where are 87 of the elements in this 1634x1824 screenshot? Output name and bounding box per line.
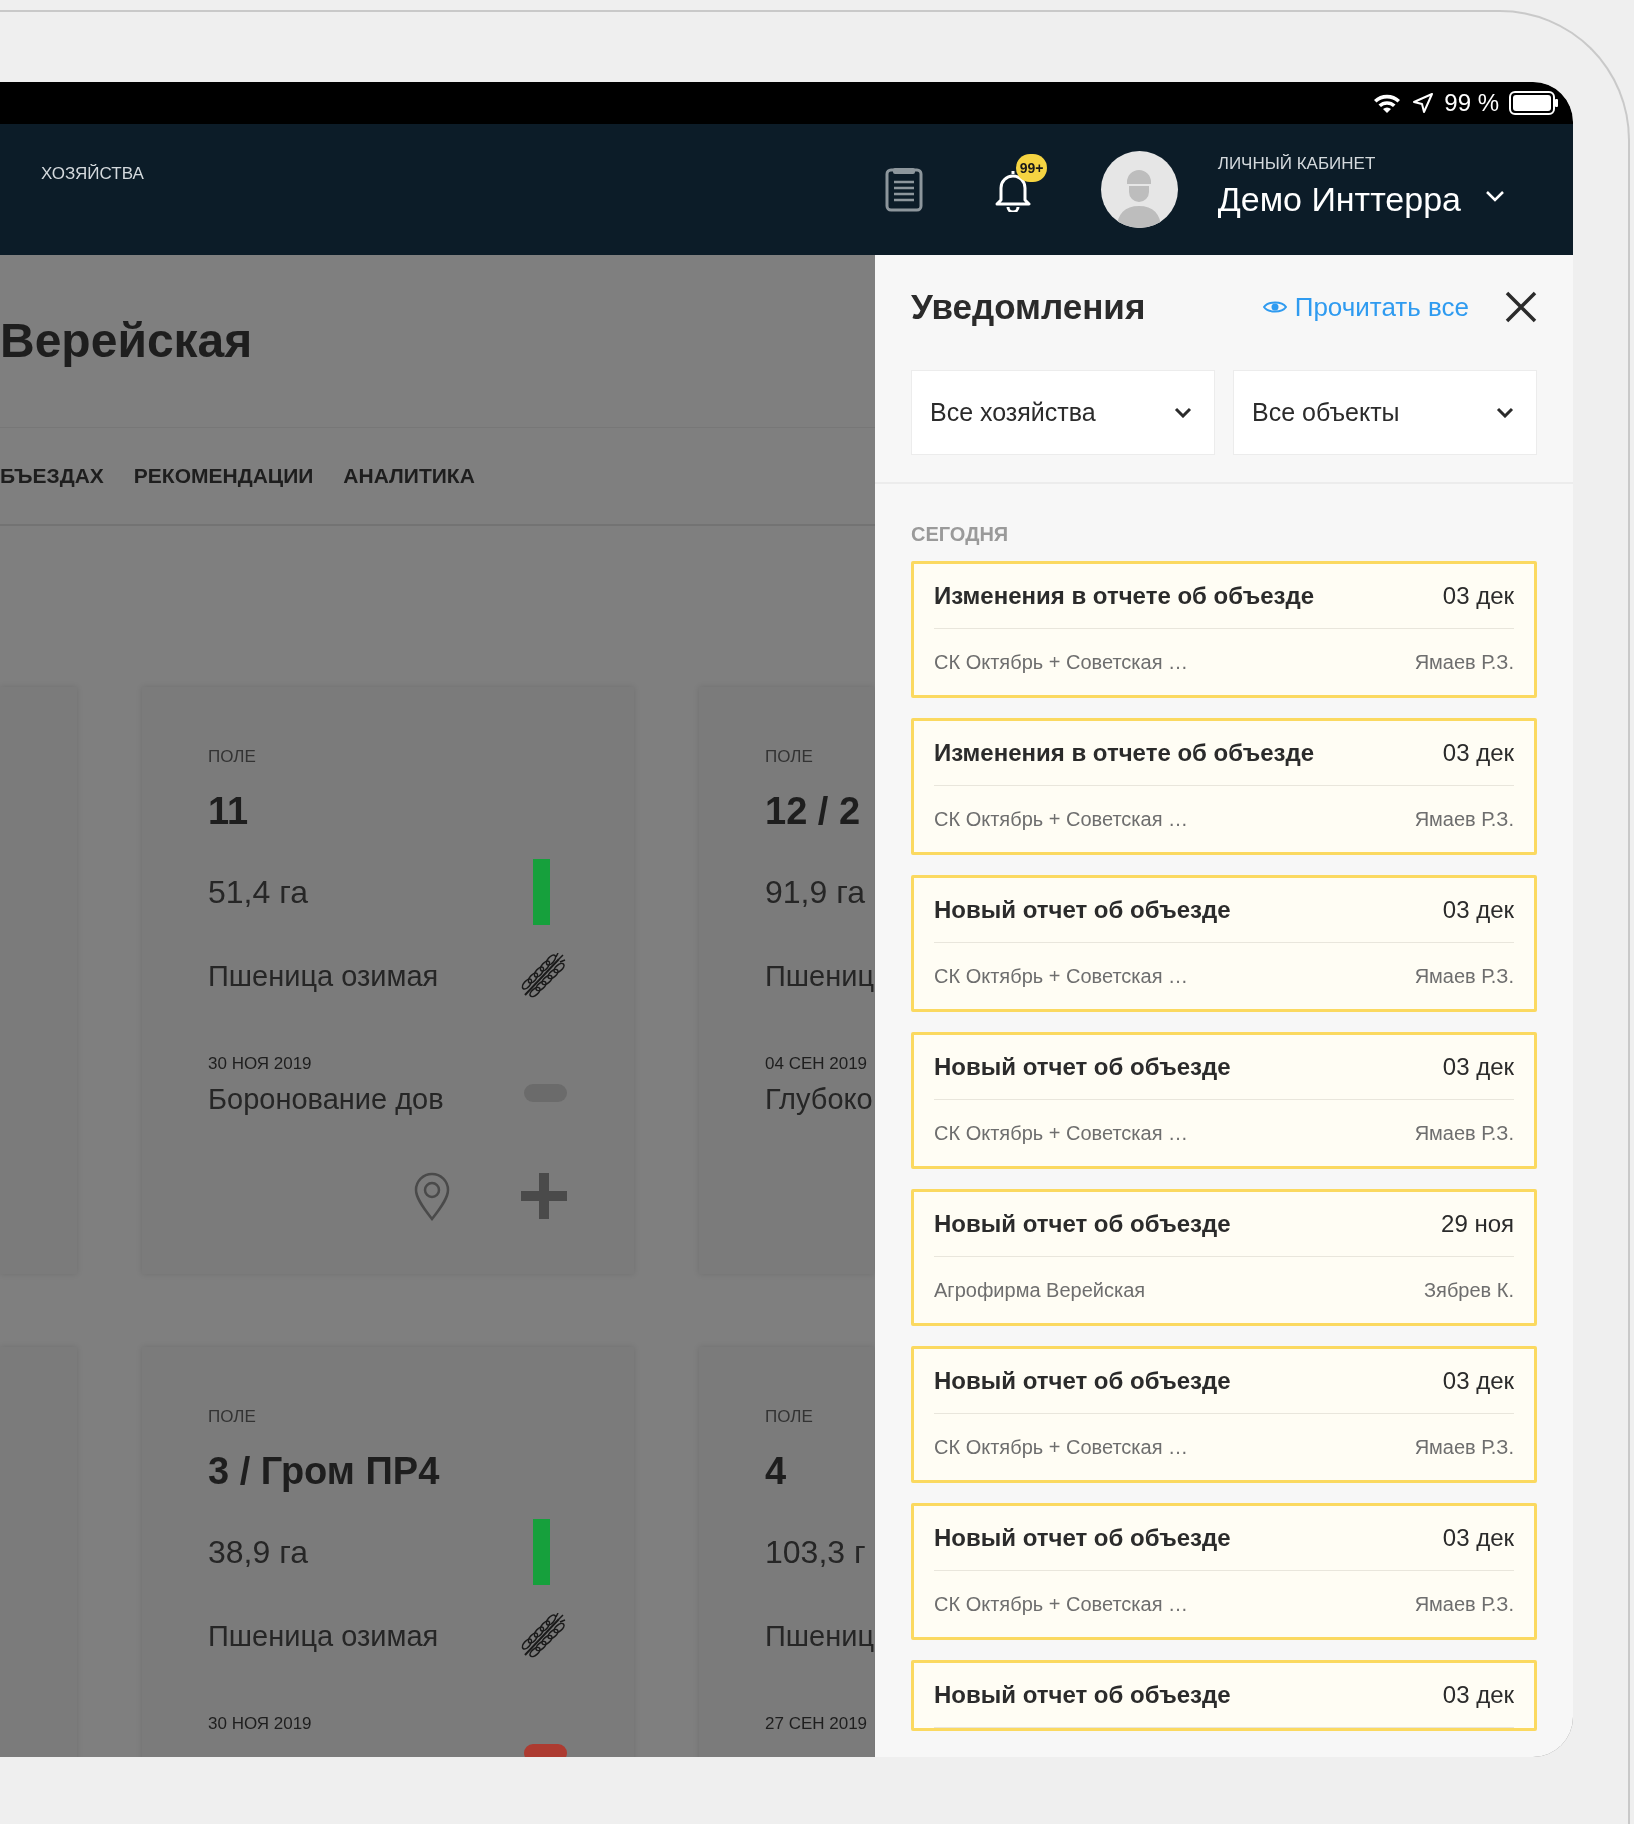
farm-name: СК Октябрь + Советская … — [934, 1592, 1189, 1616]
crop-name: Пшениц — [765, 1619, 874, 1653]
notification-title: Новый отчет об объезде — [934, 1367, 1231, 1395]
farm-name: СК Октябрь + Советская … — [934, 807, 1189, 831]
notification-card[interactable]: Изменения в отчете об объезде 03 дек СК Октябрь + Советская … Ямаев Р.З. — [911, 561, 1537, 698]
field-label: ПОЛЕ — [208, 747, 257, 767]
field-name: 3 / Гром ПР4 — [208, 1449, 441, 1493]
field-area: 103,3 г — [765, 1533, 866, 1571]
operation-date: 30 НОЯ 2019 — [208, 1714, 313, 1734]
location-arrow-icon — [1412, 92, 1435, 114]
notification-title: Новый отчет об объезде — [934, 1053, 1231, 1081]
notification-card[interactable]: Новый отчет об объезде 03 дек — [911, 1660, 1537, 1731]
author-name: Ямаев Р.З. — [1414, 807, 1514, 831]
field-area: 51,4 га — [208, 873, 308, 911]
notification-card[interactable]: Изменения в отчете об объезде 03 дек СК Октябрь + Советская … Ямаев Р.З. — [911, 718, 1537, 855]
notification-title: Новый отчет об объезде — [934, 1524, 1231, 1552]
crop-name: Пшеница озимая — [208, 959, 439, 993]
notification-date: 03 дек — [1442, 1524, 1514, 1552]
battery-icon — [1509, 91, 1559, 115]
crop-name: Пшениц — [765, 959, 874, 993]
notification-title: Новый отчет об объезде — [934, 896, 1231, 924]
author-name: Ямаев Р.З. — [1414, 1435, 1514, 1459]
battery-percentage: 99 % — [1444, 89, 1499, 117]
operation-name: Боронование дов — [208, 1082, 444, 1116]
filter-dropdown[interactable]: Все объекты — [1233, 370, 1537, 455]
farm-name: Агрофирма Верейская — [934, 1278, 1146, 1302]
tab[interactable]: РЕКОМЕНДАЦИИ — [133, 464, 314, 488]
farm-name: СК Октябрь + Советская … — [934, 1435, 1189, 1459]
notification-card[interactable]: Новый отчет об объезде 03 дек СК Октябрь + Советская … Ямаев Р.З. — [911, 1032, 1537, 1169]
notification-date: 03 дек — [1442, 896, 1514, 924]
notification-date: 03 дек — [1442, 1367, 1514, 1395]
chevron-down-icon[interactable] — [1485, 189, 1505, 202]
notification-date: 03 дек — [1442, 1053, 1514, 1081]
operation-name: Глубоко — [765, 1082, 873, 1116]
notification-badge: 99+ — [1015, 153, 1048, 182]
field-label: ПОЛЕ — [208, 1407, 257, 1427]
field-label: ПОЛЕ — [765, 747, 814, 767]
author-name: Ямаев Р.З. — [1414, 650, 1514, 674]
wheat-icon — [519, 953, 567, 999]
farm-name: СК Октябрь + Советская … — [934, 1121, 1189, 1145]
notification-title: Новый отчет об объезде — [934, 1210, 1231, 1238]
panel-title: Уведомления — [911, 287, 1147, 327]
field-name: 12 / 2 — [765, 789, 862, 833]
notification-card[interactable]: Новый отчет об объезде 29 ноя Агрофирма Верейская Зябрев К. — [911, 1189, 1537, 1326]
notification-title: Изменения в отчете об объезде — [934, 582, 1315, 610]
field-name: 4 — [765, 1449, 788, 1493]
section-label: СЕГОДНЯ — [910, 522, 1010, 544]
operation-date: 30 НОЯ 2019 — [208, 1054, 313, 1074]
nav-label[interactable]: ХОЗЯЙСТВА — [41, 164, 144, 184]
account-label: ЛИЧНЫЙ КАБИНЕТ — [1217, 154, 1377, 174]
user-name[interactable]: Демо Инттерра — [1217, 180, 1461, 219]
field-card[interactable]: ПОЛЕ 12 / 2 91,9 га Пшениц 04 СЕН 2019 Глубоко — [699, 687, 874, 1274]
field-label: ПОЛЕ — [765, 1407, 814, 1427]
notification-date: 03 дек — [1442, 1681, 1514, 1709]
author-name: Ямаев Р.З. — [1414, 1592, 1514, 1616]
report-icon[interactable] — [884, 167, 923, 212]
author-name: Зябрев К. — [1424, 1278, 1514, 1302]
farm-name: СК Октябрь + Советская … — [934, 964, 1189, 988]
close-icon[interactable] — [1505, 291, 1537, 323]
notification-card[interactable]: Новый отчет об объезде 03 дек СК Октябрь + Советская … Ямаев Р.З. — [911, 1346, 1537, 1483]
author-name: Ямаев Р.З. — [1414, 1121, 1514, 1145]
notification-date: 29 ноя — [1441, 1210, 1514, 1238]
tab[interactable]: АНАЛИТИКА — [343, 464, 475, 488]
operation-date: 27 СЕН 2019 — [765, 1714, 869, 1734]
field-area: 91,9 га — [765, 873, 865, 911]
notification-card[interactable]: Новый отчет об объезде 03 дек СК Октябрь + Советская … Ямаев Р.З. — [911, 1503, 1537, 1640]
notification-date: 03 дек — [1442, 582, 1514, 610]
crop-name: Пшеница озимая — [208, 1619, 439, 1653]
chevron-down-icon — [1174, 407, 1192, 418]
notification-date: 03 дек — [1442, 739, 1514, 767]
filter-dropdown[interactable]: Все хозяйства — [911, 370, 1215, 455]
field-card[interactable]: ПОЛЕ 3 / Гром ПР4 38,9 га Пшеница озимая 30 НОЯ 2019 — [142, 1347, 634, 1757]
notification-card[interactable]: Новый отчет об объезде 03 дек СК Октябрь + Советская … Ямаев Р.З. — [911, 875, 1537, 1012]
farm-name: СК Октябрь + Советская … — [934, 650, 1189, 674]
eye-icon — [1262, 299, 1287, 315]
wifi-icon — [1372, 92, 1403, 114]
tab[interactable]: БЪЕЗДАХ — [0, 464, 104, 488]
notification-title: Новый отчет об объезде — [934, 1681, 1231, 1709]
page-title: Верейская — [0, 312, 253, 368]
field-name: 11 — [208, 789, 250, 833]
field-card[interactable]: ПОЛЕ 4 103,3 г Пшениц 27 СЕН 2019 — [699, 1347, 874, 1757]
operation-date: 04 СЕН 2019 — [765, 1054, 869, 1074]
author-name: Ямаев Р.З. — [1414, 964, 1514, 988]
wheat-icon — [519, 1613, 567, 1659]
field-area: 38,9 га — [208, 1533, 308, 1571]
chevron-down-icon — [1496, 407, 1514, 418]
notification-title: Изменения в отчете об объезде — [934, 739, 1315, 767]
